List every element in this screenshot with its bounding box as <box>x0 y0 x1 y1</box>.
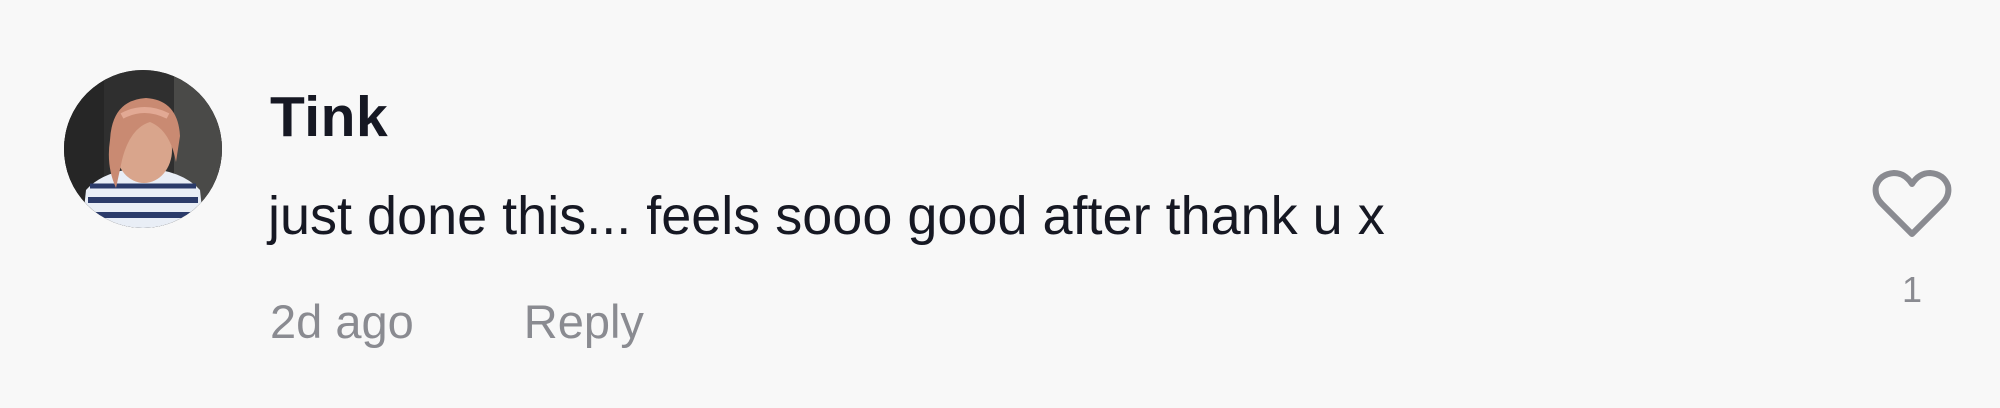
like-area: 1 <box>1872 168 1952 312</box>
comment-item: Tink just done this... feels sooo good a… <box>0 0 2000 408</box>
comment-timestamp: 2d ago <box>270 295 414 348</box>
comment-username[interactable]: Tink <box>270 82 388 152</box>
like-count: 1 <box>1901 269 1923 310</box>
heart-outline-icon[interactable] <box>1872 168 1952 240</box>
comment-meta: 2d ago Reply <box>270 292 644 352</box>
comment-text: just done this... feels sooo good after … <box>268 186 1385 246</box>
user-avatar[interactable] <box>64 70 222 228</box>
reply-button[interactable]: Reply <box>524 292 644 352</box>
avatar-photo-icon <box>64 70 222 228</box>
